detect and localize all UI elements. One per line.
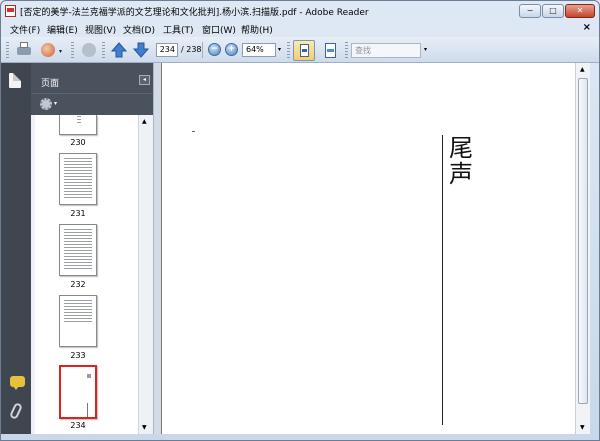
window-title: [否定的美学-法兰克福学派的文艺理论和文化批判].杨小滨.扫描版.pdf - A… (20, 8, 369, 18)
find-input[interactable]: 查找 (351, 43, 421, 58)
zoom-in-button[interactable]: + (225, 43, 238, 56)
thumbnail-scrollbar[interactable]: ▲ ▼ (138, 115, 151, 434)
gear-icon[interactable] (40, 98, 52, 110)
title-bar: [否定的美学-法兰克福学派的文艺理论和文化批判].杨小滨.扫描版.pdf - A… (1, 1, 599, 21)
scan-artifact (192, 131, 195, 132)
page-thumbnail-label: 233 (70, 351, 86, 360)
menu-file[interactable]: 文件(F) (10, 23, 40, 36)
fit-page-button[interactable] (293, 40, 315, 61)
menu-window[interactable]: 窗口(W) (202, 23, 236, 36)
close-button[interactable]: ✕ (565, 4, 595, 18)
scroll-up-icon[interactable]: ▲ (580, 66, 585, 73)
toolbar: ▾ 234 / 238 − + 64% ▾ 查找 ▾ (1, 37, 599, 63)
page-number-input[interactable]: 234 (156, 43, 178, 57)
page-thumbnail[interactable] (59, 153, 97, 205)
document-page[interactable]: 尾声 (161, 63, 575, 434)
menu-view[interactable]: 视图(V) (85, 23, 116, 36)
panel-splitter[interactable] (153, 63, 161, 434)
scrollbar-thumb[interactable] (578, 78, 588, 404)
toolbar-grip[interactable] (71, 42, 74, 58)
chapter-heading: 尾声 (449, 134, 473, 188)
minimize-button[interactable]: − (519, 4, 541, 18)
thumbnail-list: 230 231 232 233 234 (35, 115, 138, 434)
zoom-out-button[interactable]: − (208, 43, 221, 56)
fit-page-icon (300, 44, 309, 57)
document-scrollbar[interactable]: ▲ ▼ (575, 63, 590, 434)
scroll-up-icon[interactable]: ▲ (142, 118, 147, 125)
page-thumbnail-label: 234 (70, 421, 86, 430)
pages-panel-icon[interactable] (9, 73, 21, 88)
menu-help[interactable]: 帮助(H) (241, 23, 273, 36)
pages-panel: 页面 ◂ ▾ 230 231 232 233 234 ▲ ▼ (31, 63, 153, 434)
fit-width-icon (325, 43, 336, 58)
adobe-reader-window: [否定的美学-法兰克福学派的文艺理论和文化批判].杨小滨.扫描版.pdf - A… (0, 0, 600, 441)
navigation-rail (1, 63, 31, 434)
scroll-down-icon[interactable]: ▼ (142, 424, 147, 431)
attachments-icon[interactable] (8, 402, 24, 420)
pages-panel-options: ▾ (31, 93, 153, 115)
toolbar-separator (202, 42, 203, 58)
collaborate-dropdown-icon[interactable]: ▾ (59, 48, 62, 55)
fit-width-button[interactable] (321, 42, 341, 60)
toolbar-grip[interactable] (102, 42, 105, 58)
toolbar-grip[interactable] (287, 42, 290, 58)
menu-edit[interactable]: 编辑(E) (47, 23, 78, 36)
pages-panel-title: 页面 (41, 79, 60, 89)
previous-page-icon[interactable] (110, 41, 128, 59)
page-thumbnail[interactable] (59, 115, 97, 135)
comments-icon[interactable] (10, 376, 25, 390)
next-page-icon[interactable] (132, 41, 150, 59)
menu-tools[interactable]: 工具(T) (163, 23, 194, 36)
pages-panel-header: 页面 ◂ (31, 63, 153, 93)
page-thumbnail-label: 232 (70, 280, 86, 289)
collapse-panel-button[interactable]: ◂ (139, 75, 150, 85)
page-total: / 238 (181, 45, 202, 54)
page-thumbnail-label: 230 (70, 138, 86, 147)
document-close-icon[interactable]: × (583, 22, 591, 33)
hand-tool-icon[interactable] (80, 41, 98, 59)
toolbar-grip[interactable] (345, 42, 348, 58)
zoom-dropdown-icon[interactable]: ▾ (278, 46, 281, 53)
toolbar-grip[interactable] (6, 42, 9, 58)
print-icon[interactable] (15, 41, 33, 59)
page-thumbnail[interactable] (59, 224, 97, 276)
options-dropdown-icon[interactable]: ▾ (54, 100, 57, 107)
menu-bar: 文件(F) 编辑(E) 视图(V) 文档(D) 工具(T) 窗口(W) 帮助(H… (1, 21, 599, 37)
page-thumbnail-label: 231 (70, 209, 86, 218)
page-thumbnail[interactable] (59, 295, 97, 347)
zoom-input[interactable]: 64% (242, 43, 276, 57)
scroll-down-icon[interactable]: ▼ (580, 424, 585, 431)
page-thumbnail-selected[interactable] (59, 365, 97, 419)
maximize-button[interactable]: □ (542, 4, 564, 18)
find-dropdown-icon[interactable]: ▾ (424, 46, 427, 53)
collaborate-icon[interactable] (39, 41, 57, 59)
menu-document[interactable]: 文档(D) (123, 23, 155, 36)
page-rule (442, 135, 443, 425)
app-icon (5, 5, 16, 17)
